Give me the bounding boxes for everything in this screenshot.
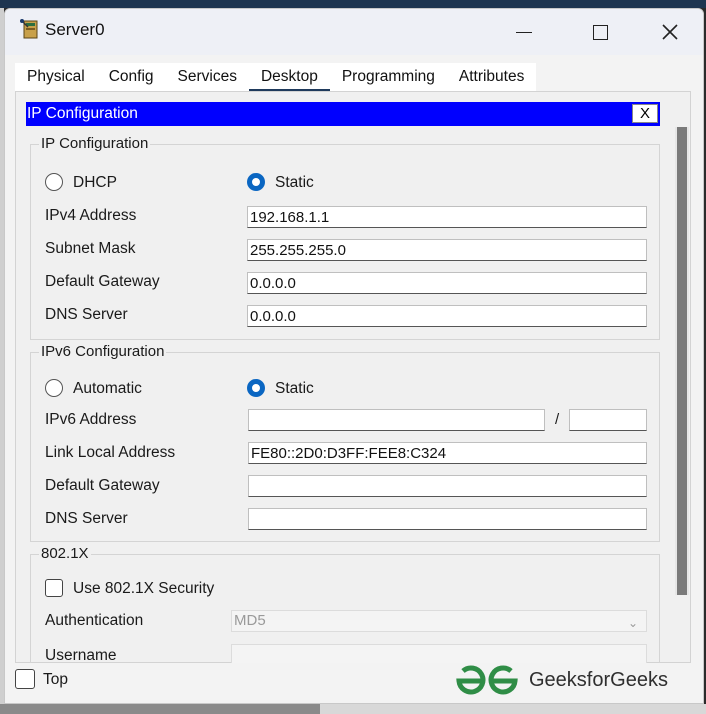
tab-services[interactable]: Services bbox=[166, 63, 249, 91]
dhcp-radio[interactable] bbox=[45, 173, 63, 191]
link-local-label: Link Local Address bbox=[45, 444, 176, 461]
taskbar-shadow bbox=[0, 704, 320, 714]
tab-bar: Physical Config Services Desktop Program… bbox=[15, 63, 537, 92]
close-button[interactable] bbox=[647, 15, 693, 49]
ipv6-group: IPv6 Configuration Automatic Static IPv6… bbox=[30, 343, 660, 542]
ipv4-group: IP Configuration DHCP Static IPv4 Addres… bbox=[30, 135, 660, 340]
ip-config-title: IP Configuration bbox=[27, 105, 138, 122]
dns-server-label: DNS Server bbox=[45, 306, 128, 323]
subnet-mask-label: Subnet Mask bbox=[45, 240, 136, 257]
default-gateway-label: Default Gateway bbox=[45, 273, 160, 290]
authentication-select[interactable]: MD5 ⌄ bbox=[231, 610, 647, 632]
ip-config-header: IP Configuration X bbox=[26, 102, 660, 126]
chevron-down-icon: ⌄ bbox=[627, 616, 638, 630]
automatic-radio[interactable] bbox=[45, 379, 63, 397]
tab-physical[interactable]: Physical bbox=[15, 63, 97, 91]
tab-attributes[interactable]: Attributes bbox=[447, 63, 536, 91]
close-icon bbox=[662, 24, 678, 40]
tab-config[interactable]: Config bbox=[97, 63, 166, 91]
subnet-mask-input[interactable] bbox=[247, 239, 647, 261]
dot1x-group: 802.1X Use 802.1X Security Authenticatio… bbox=[30, 545, 660, 674]
minimize-icon bbox=[516, 31, 532, 33]
ipv6-group-label: IPv6 Configuration bbox=[39, 343, 167, 360]
packet-tracer-server-icon bbox=[20, 19, 38, 39]
ipv6-gateway-input[interactable] bbox=[248, 475, 647, 497]
prefix-separator: / bbox=[555, 411, 560, 428]
ipv4-address-label: IPv4 Address bbox=[45, 207, 137, 224]
desktop-background bbox=[0, 0, 706, 8]
panel-close-button[interactable]: X bbox=[632, 104, 658, 123]
automatic-label: Automatic bbox=[73, 380, 142, 397]
dot1x-group-label: 802.1X bbox=[39, 545, 91, 562]
dns-server-input[interactable] bbox=[247, 305, 647, 327]
static-label-ipv4: Static bbox=[275, 174, 314, 191]
maximize-button[interactable] bbox=[577, 15, 623, 49]
top-checkbox[interactable] bbox=[15, 669, 35, 689]
ipv4-address-input[interactable] bbox=[247, 206, 647, 228]
tab-desktop[interactable]: Desktop bbox=[248, 63, 330, 92]
static-radio-ipv6[interactable] bbox=[247, 379, 265, 397]
ipv6-prefix-input[interactable] bbox=[569, 409, 647, 431]
geeksforgeeks-watermark: GeeksforGeeks bbox=[529, 669, 668, 691]
ipv4-group-label: IP Configuration bbox=[39, 135, 151, 152]
scrollbar-thumb[interactable] bbox=[677, 127, 687, 595]
minimize-button[interactable] bbox=[501, 15, 547, 49]
ipv6-address-label: IPv6 Address bbox=[45, 411, 137, 428]
tab-programming[interactable]: Programming bbox=[330, 63, 447, 91]
authentication-value: MD5 bbox=[234, 612, 266, 629]
ipv6-gateway-label: Default Gateway bbox=[45, 477, 160, 494]
ipv6-dns-input[interactable] bbox=[248, 508, 647, 530]
authentication-label: Authentication bbox=[45, 612, 144, 629]
use-8021x-checkbox[interactable] bbox=[45, 579, 63, 597]
link-local-input[interactable] bbox=[248, 442, 647, 464]
static-radio-ipv4[interactable] bbox=[247, 173, 265, 191]
desktop-content: IP Configuration X IP Configuration DHCP… bbox=[15, 91, 691, 674]
top-label: Top bbox=[43, 671, 68, 688]
dhcp-label: DHCP bbox=[73, 174, 117, 191]
geeksforgeeks-logo-icon bbox=[456, 665, 518, 695]
window-title: Server0 bbox=[45, 20, 105, 39]
static-label-ipv6: Static bbox=[275, 380, 314, 397]
ipv6-dns-label: DNS Server bbox=[45, 510, 128, 527]
default-gateway-input[interactable] bbox=[247, 272, 647, 294]
maximize-icon bbox=[592, 24, 608, 40]
use-8021x-label: Use 802.1X Security bbox=[73, 580, 215, 597]
ipv6-address-input[interactable] bbox=[248, 409, 545, 431]
server-window: Server0 Physical Config Services Desktop… bbox=[4, 8, 704, 704]
title-bar[interactable]: Server0 bbox=[5, 9, 703, 55]
taskbar-edge bbox=[0, 704, 706, 714]
